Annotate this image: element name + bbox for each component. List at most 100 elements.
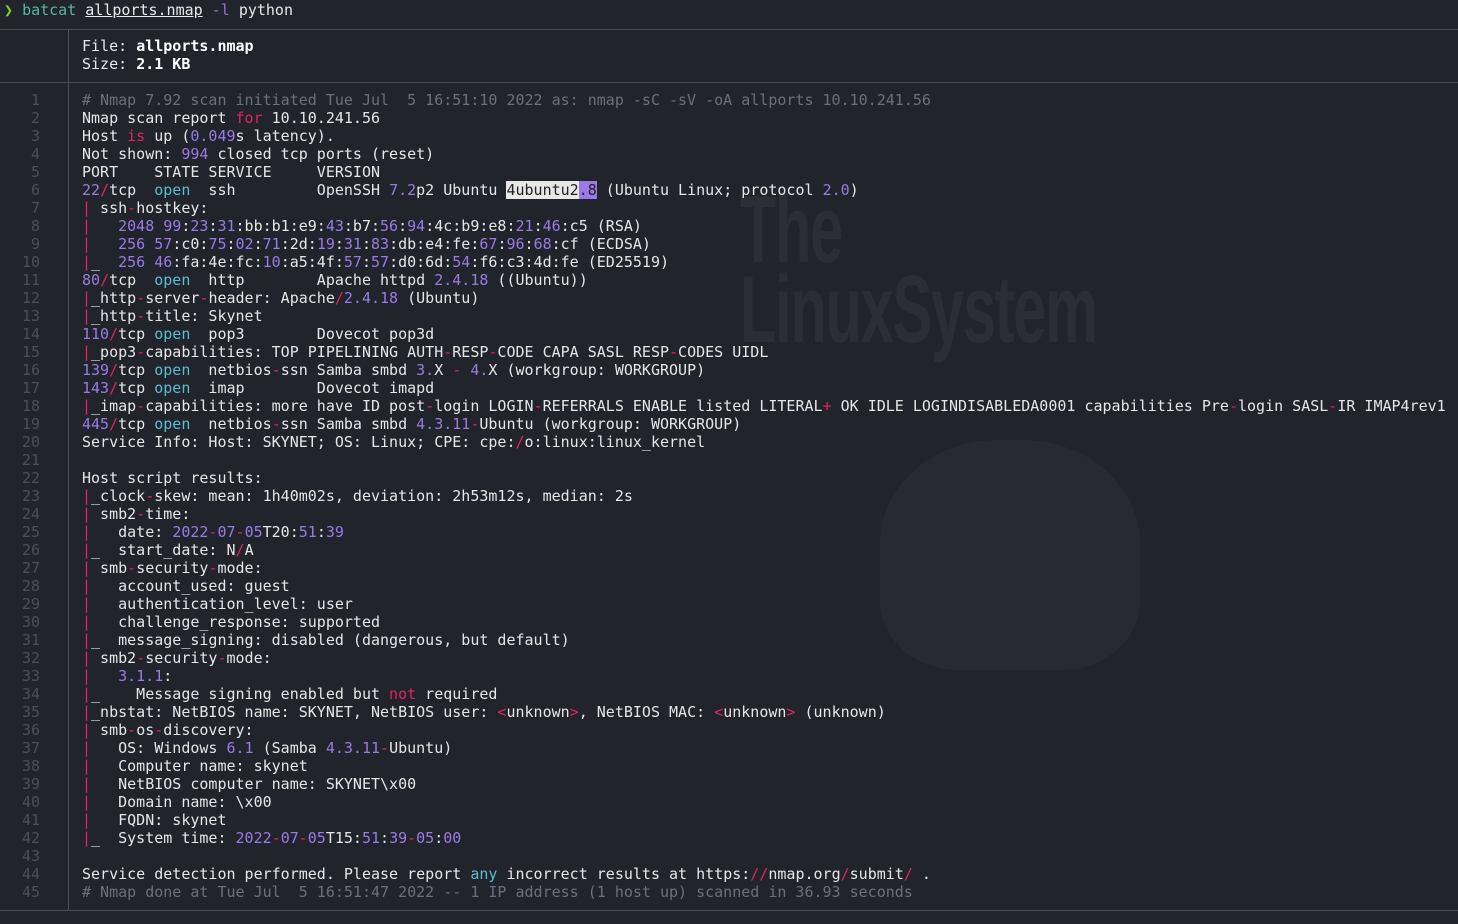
line-number: 33	[21, 667, 40, 685]
code-token: |	[82, 775, 92, 793]
line-number: 44	[21, 865, 40, 883]
prompt-arrow-icon: ❯	[4, 1, 14, 19]
code-token: 10.10.241.56	[262, 109, 381, 127]
code-token: 143	[82, 379, 110, 397]
code-token: smb	[91, 559, 128, 577]
code-token: |	[82, 559, 92, 577]
code-token: server	[145, 289, 200, 307]
line-number: 11	[21, 271, 40, 289]
line-number: 6	[30, 181, 40, 199]
code-token: 54	[452, 253, 471, 271]
code-token: 994	[181, 145, 209, 163]
line-number: 7	[30, 199, 40, 217]
code-token: _ Message signing enabled but	[91, 685, 390, 703]
code-token: -	[127, 721, 137, 739]
code-token: :	[316, 523, 326, 541]
code-token: open	[154, 379, 191, 397]
code-token: open	[154, 181, 191, 199]
code-token: up (	[145, 127, 191, 145]
code-line: Service Info: Host: SKYNET; OS: Linux; C…	[82, 433, 1446, 451]
code-token: |	[82, 505, 92, 523]
code-line: | smb2-security-mode:	[82, 649, 1446, 667]
code-token: :2d:	[280, 235, 317, 253]
code-token: ((Ubuntu))	[488, 271, 588, 289]
line-number: 4	[30, 145, 40, 163]
code-token: unknown	[723, 703, 787, 721]
code-token: A	[244, 541, 254, 559]
code-line: |_ Message signing enabled but not requi…	[82, 685, 1446, 703]
line-number: 13	[21, 307, 40, 325]
code-line: | 256 57:c0:75:02:71:2d:19:31:83:db:e4:f…	[82, 235, 1446, 253]
line-number: 22	[21, 469, 40, 487]
code-token: 2.4.18	[434, 271, 489, 289]
code-token: -	[136, 505, 146, 523]
code-line: | account_used: guest	[82, 577, 1446, 595]
code-token: -	[271, 829, 281, 847]
code-token: pop3 Dovecot pop3d	[190, 325, 435, 343]
code-token: NetBIOS computer name: SKYNET\x00	[91, 775, 417, 793]
code-token: (Ubuntu Linux; protocol	[596, 181, 823, 199]
code-token: _http	[91, 289, 137, 307]
code-token: -	[136, 397, 146, 415]
code-token: /	[840, 865, 850, 883]
line-number: 16	[21, 361, 40, 379]
code-token: netbios	[190, 415, 272, 433]
code-token: |	[82, 739, 92, 757]
code-token: 05	[244, 523, 263, 541]
code-line: Nmap scan report for 10.10.241.56	[82, 109, 1446, 127]
line-number: 32	[21, 649, 40, 667]
code-line: |_ message_signing: disabled (dangerous,…	[82, 631, 1446, 649]
line-number: 24	[21, 505, 40, 523]
code-token: any	[470, 865, 498, 883]
line-number: 2	[30, 109, 40, 127]
code-token: :4c:b9:e8:	[425, 217, 516, 235]
line-number: 8	[30, 217, 40, 235]
file-argument[interactable]: allports.nmap	[85, 1, 202, 19]
code-token: :	[361, 235, 371, 253]
code-token: 31	[217, 217, 236, 235]
code-token: |	[82, 685, 92, 703]
code-token: 00	[443, 829, 462, 847]
code-token: ssn Samba smbd	[280, 361, 417, 379]
line-number: 43	[21, 847, 40, 865]
line-number: 19	[21, 415, 40, 433]
line-number: 39	[21, 775, 40, 793]
code-line: | ssh-hostkey:	[82, 199, 1446, 217]
line-number: 18	[21, 397, 40, 415]
code-token: 23	[190, 217, 209, 235]
line-number: 28	[21, 577, 40, 595]
code-token: /	[515, 433, 525, 451]
code-token: |	[82, 667, 92, 685]
code-token: Ubuntu (workgroup: WORKGROUP)	[479, 415, 742, 433]
code-token: CODES UIDL	[678, 343, 769, 361]
code-token: hostkey:	[136, 199, 209, 217]
code-token: capabilities: more have ID post	[145, 397, 426, 415]
line-number: 26	[21, 541, 40, 559]
code-token: /	[109, 361, 119, 379]
code-token: :	[398, 217, 408, 235]
code-token: -	[235, 523, 245, 541]
code-token: required	[416, 685, 498, 703]
code-token: )	[849, 181, 859, 199]
code-token: tcp	[118, 379, 155, 397]
code-line: | 2048 99:23:31:bb:b1:e9:43:b7:56:94:4c:…	[82, 217, 1446, 235]
code-token: 21	[515, 217, 534, 235]
line-number: 1	[30, 91, 40, 109]
code-token: :	[334, 235, 344, 253]
code-token: unknown	[506, 703, 570, 721]
code-token: mode:	[226, 649, 272, 667]
code-token: |	[82, 307, 92, 325]
code-token: 43	[325, 217, 344, 235]
file-label: File:	[82, 37, 128, 55]
divider-header	[0, 82, 1458, 83]
code-token: 05	[307, 829, 326, 847]
code-line: | OS: Windows 6.1 (Samba 4.3.11-Ubuntu)	[82, 739, 1446, 757]
code-token: ssh OpenSSH	[190, 181, 390, 199]
code-token: :c5 (RSA)	[560, 217, 642, 235]
code-token: |	[82, 811, 92, 829]
code-token: 110	[82, 325, 110, 343]
code-token: 39	[325, 523, 344, 541]
